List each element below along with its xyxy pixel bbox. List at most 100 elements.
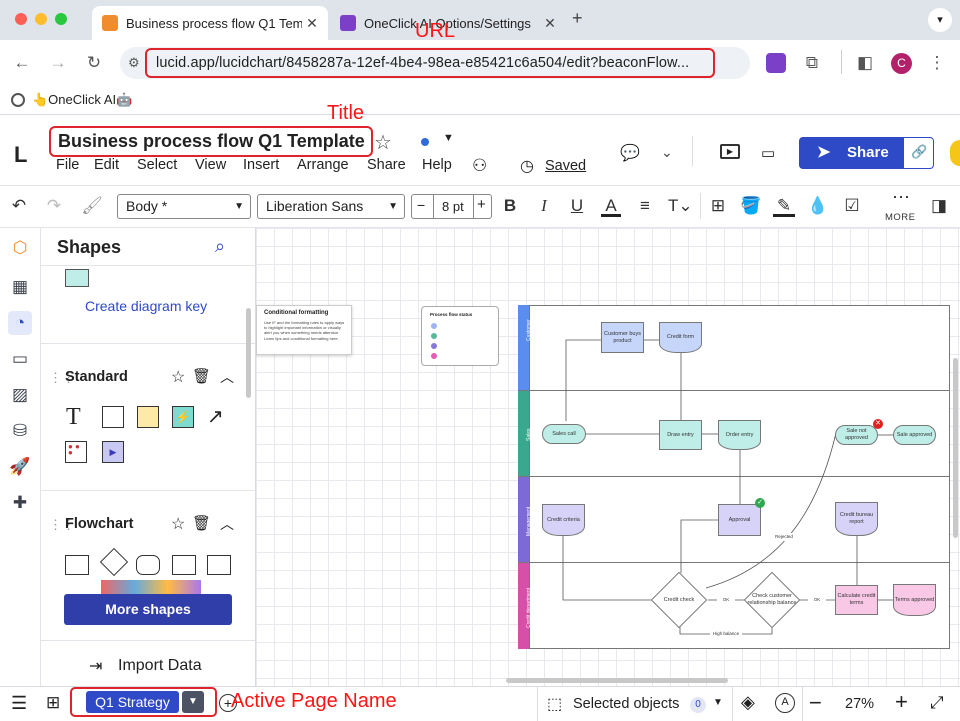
extensions-icon[interactable]: ⧉ bbox=[801, 52, 823, 74]
node-calculate-credit[interactable]: Calculate credit terms bbox=[835, 585, 878, 615]
frames-icon[interactable]: ▭ bbox=[8, 347, 32, 371]
fill-color-icon[interactable]: 🪣 bbox=[740, 193, 762, 219]
collapse-icon[interactable]: ︿ bbox=[220, 514, 234, 534]
zoom-in-icon[interactable]: + bbox=[895, 689, 908, 715]
page-list-icon[interactable]: ☰ bbox=[11, 693, 27, 714]
panel-toggle-icon[interactable]: ◨ bbox=[928, 193, 950, 219]
shapes-icon[interactable]: ◔ bbox=[8, 311, 32, 335]
more-shapes-button[interactable]: More shapes bbox=[64, 594, 232, 625]
shape-outline-icon[interactable]: ⊞ bbox=[707, 193, 729, 219]
url-field[interactable]: lucid.app/lucidchart/8458287a-12ef-4be4-… bbox=[145, 48, 715, 78]
document-shape-icon[interactable] bbox=[207, 555, 231, 575]
text-options-icon[interactable]: T⌄ bbox=[668, 193, 693, 219]
document-title[interactable]: Business process flow Q1 Template bbox=[49, 126, 373, 157]
delete-icon[interactable]: 🗑 bbox=[192, 514, 211, 532]
menu-arrange[interactable]: Arrange bbox=[297, 157, 349, 173]
line-color-icon[interactable]: ✎ bbox=[773, 193, 795, 217]
canvas-vertical-scrollbar[interactable] bbox=[953, 358, 958, 538]
profile-avatar[interactable]: C bbox=[891, 53, 912, 74]
assistant-icon[interactable] bbox=[950, 140, 960, 166]
node-sale-not-approved[interactable]: Sale not approved bbox=[835, 425, 878, 445]
collaboration-chevron-icon[interactable]: ⌄ bbox=[661, 144, 673, 161]
data-icon[interactable]: ⛁ bbox=[8, 419, 32, 443]
page-options-chevron-icon[interactable]: ▼ bbox=[182, 691, 204, 713]
menu-file[interactable]: File bbox=[56, 157, 79, 173]
import-data-link[interactable]: Import Data bbox=[118, 657, 202, 675]
node-sale-approved[interactable]: Sale approved bbox=[893, 425, 936, 445]
oneclick-extension-icon[interactable] bbox=[766, 53, 786, 73]
browser-menu-icon[interactable]: ⋮ bbox=[926, 52, 948, 74]
diagram-canvas[interactable]: Conditional formatting Use IF and the fo… bbox=[256, 228, 960, 686]
zoom-out-icon[interactable]: − bbox=[809, 690, 822, 716]
text-shape-icon[interactable]: T bbox=[66, 404, 81, 431]
video-call-icon[interactable]: ▭ bbox=[761, 144, 775, 162]
chevron-down-icon[interactable]: ▼ bbox=[713, 697, 723, 708]
line-shape-icon[interactable]: ↗ bbox=[207, 404, 224, 429]
share-button[interactable]: ➤ Share bbox=[799, 137, 903, 169]
standard-section-title[interactable]: Standard bbox=[65, 369, 128, 385]
minimize-window-button[interactable] bbox=[35, 13, 47, 25]
note-shape-icon[interactable] bbox=[137, 406, 159, 428]
diagram-key-shape[interactable] bbox=[65, 269, 89, 287]
zoom-level[interactable]: 27% bbox=[845, 696, 874, 712]
tab-search-icon[interactable]: ▾ bbox=[928, 8, 952, 32]
decision-shape-icon[interactable] bbox=[99, 547, 129, 577]
text-color-icon[interactable]: A bbox=[601, 193, 621, 217]
node-approval[interactable]: Approval bbox=[718, 504, 761, 536]
integrations-icon[interactable]: ✚ bbox=[8, 491, 32, 515]
create-diagram-key-link[interactable]: Create diagram key bbox=[85, 298, 207, 314]
back-icon[interactable]: ← bbox=[11, 52, 33, 74]
close-window-button[interactable] bbox=[15, 13, 27, 25]
comments-icon[interactable]: 💬 bbox=[620, 143, 640, 163]
present-icon[interactable]: ▶ bbox=[720, 144, 740, 159]
node-terms-approved[interactable]: Terms approved bbox=[893, 584, 936, 616]
node-sales-call[interactable]: Sales call bbox=[542, 424, 586, 444]
doc-options-chevron-icon[interactable]: ▼ bbox=[443, 132, 454, 144]
reload-icon[interactable]: ↻ bbox=[83, 52, 105, 74]
decrease-size-button[interactable]: − bbox=[417, 197, 425, 213]
embed-shape-icon[interactable]: ▶ bbox=[102, 441, 124, 463]
node-order-entry[interactable]: Order entry bbox=[718, 420, 761, 450]
bold-icon[interactable]: B bbox=[500, 193, 520, 219]
node-credit-report[interactable]: Credit bureau report bbox=[835, 502, 878, 536]
search-icon[interactable]: ⌕ bbox=[215, 236, 225, 257]
menu-insert[interactable]: Insert bbox=[243, 157, 279, 173]
italic-icon[interactable]: I bbox=[534, 193, 554, 219]
saved-status[interactable]: Saved bbox=[545, 158, 586, 174]
accessibility-icon[interactable]: A bbox=[775, 693, 795, 713]
fit-screen-icon[interactable]: ⤢ bbox=[930, 693, 944, 713]
favorite-icon[interactable]: ☆ bbox=[171, 367, 185, 387]
menu-share[interactable]: Share bbox=[367, 157, 406, 173]
opacity-icon[interactable]: 💧 bbox=[807, 193, 829, 219]
text-style-select[interactable]: Body * ▼ bbox=[117, 194, 251, 219]
active-page-name[interactable]: Q1 Strategy bbox=[86, 691, 179, 713]
terminator-shape-icon[interactable] bbox=[136, 555, 160, 575]
font-family-select[interactable]: Liberation Sans ▼ bbox=[257, 194, 405, 219]
new-tab-icon[interactable]: + bbox=[572, 8, 583, 29]
node-credit-form[interactable]: Credit form bbox=[659, 322, 702, 353]
lucid-home-icon[interactable]: ⬡ bbox=[8, 236, 32, 260]
layers-icon[interactable]: ◈ bbox=[741, 692, 755, 713]
conditional-format-icon[interactable]: ☑ bbox=[841, 193, 863, 219]
undo-icon[interactable]: ↶ bbox=[8, 193, 30, 219]
forward-icon[interactable]: → bbox=[47, 52, 69, 74]
favorite-icon[interactable]: ☆ bbox=[171, 514, 185, 534]
side-panel-icon[interactable]: ◧ bbox=[854, 52, 876, 74]
font-size-stepper[interactable]: − 8 pt + bbox=[411, 194, 492, 219]
canvas-horizontal-scrollbar[interactable] bbox=[506, 678, 728, 683]
menu-help[interactable]: Help bbox=[422, 157, 452, 173]
lucid-logo[interactable]: L bbox=[14, 142, 27, 168]
node-credit-criteria[interactable]: Credit criteria bbox=[542, 504, 585, 536]
menu-select[interactable]: Select bbox=[137, 157, 177, 173]
predefined-shape-icon[interactable] bbox=[172, 555, 196, 575]
templates-icon[interactable]: ▦ bbox=[8, 275, 32, 299]
selected-objects-label[interactable]: Selected objects bbox=[573, 696, 679, 712]
menu-edit[interactable]: Edit bbox=[94, 157, 119, 173]
delete-icon[interactable]: 🗑 bbox=[192, 367, 211, 385]
favorite-star-icon[interactable]: ☆ bbox=[374, 130, 392, 155]
node-customer-buys[interactable]: Customer buys product bbox=[601, 322, 644, 353]
import-icon[interactable]: ⇥ bbox=[89, 656, 102, 676]
redo-icon[interactable]: ↷ bbox=[43, 193, 65, 219]
rocket-icon[interactable]: 🚀 bbox=[8, 455, 32, 479]
menu-view[interactable]: View bbox=[195, 157, 226, 173]
